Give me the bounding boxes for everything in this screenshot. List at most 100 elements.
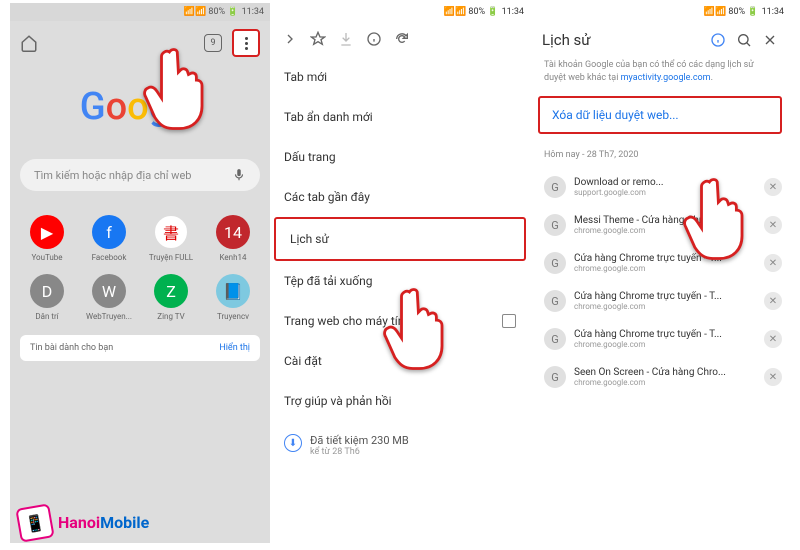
shortcut-tile[interactable]: W WebTruyen... bbox=[80, 270, 138, 325]
watermark: 📱 HanoiMobile bbox=[18, 506, 149, 540]
shortcut-icon: 📘 bbox=[216, 274, 250, 308]
history-row[interactable]: G Cửa hàng Chrome trực tuyến - T... chro… bbox=[530, 244, 790, 282]
mic-icon[interactable] bbox=[232, 168, 246, 182]
delete-button[interactable]: ✕ bbox=[764, 254, 782, 272]
menu-item[interactable]: Các tab gần đây bbox=[270, 177, 530, 217]
shortcut-icon: W bbox=[92, 274, 126, 308]
shortcut-icon: 14 bbox=[216, 215, 250, 249]
delete-button[interactable]: ✕ bbox=[764, 178, 782, 196]
checkbox-icon[interactable] bbox=[502, 314, 516, 328]
shortcut-tile[interactable]: ▶ YouTube bbox=[18, 211, 76, 266]
more-vert-icon bbox=[245, 37, 248, 50]
history-desc: Tài khoản Google của bạn có thể có các d… bbox=[530, 59, 790, 92]
status-bar: 📶📶 80% 🔋 11:34 bbox=[270, 3, 530, 21]
shortcut-tile[interactable]: 書 Truyện FULL bbox=[142, 211, 200, 266]
history-title: Cửa hàng Chrome trực tuyến - T... bbox=[574, 291, 756, 302]
shortcut-tile[interactable]: 14 Kenh14 bbox=[204, 211, 262, 266]
history-row[interactable]: G Seen On Screen - Cửa hàng Chro... chro… bbox=[530, 358, 790, 396]
star-icon[interactable] bbox=[310, 31, 326, 47]
menu-item-label: Tab mới bbox=[284, 70, 327, 84]
menu-item[interactable]: Lịch sử bbox=[274, 217, 526, 261]
shortcut-tile[interactable]: 📘 Truyencv bbox=[204, 270, 262, 325]
menu-item-label: Cài đặt bbox=[284, 354, 322, 368]
status-bar: 📶📶 80% 🔋 11:34 bbox=[530, 3, 790, 21]
shortcut-icon: 書 bbox=[154, 215, 188, 249]
delete-button[interactable]: ✕ bbox=[764, 330, 782, 348]
shortcut-label: Truyện FULL bbox=[149, 253, 193, 262]
delete-button[interactable]: ✕ bbox=[764, 216, 782, 234]
history-title: Messi Theme - Cửa hàng Chrome... bbox=[574, 215, 756, 226]
shortcut-tile[interactable]: Z Zing TV bbox=[142, 270, 200, 325]
history-domain: chrome.google.com bbox=[574, 226, 756, 235]
menu-item[interactable]: Tab ẩn danh mới bbox=[270, 97, 530, 137]
history-row[interactable]: G Messi Theme - Cửa hàng Chrome... chrom… bbox=[530, 206, 790, 244]
forward-icon[interactable] bbox=[282, 31, 298, 47]
history-domain: chrome.google.com bbox=[574, 340, 756, 349]
news-action[interactable]: Hiển thị bbox=[219, 343, 250, 353]
history-day-label: Hôm nay - 28 Th7, 2020 bbox=[530, 146, 790, 168]
history-row[interactable]: G Cửa hàng Chrome trực tuyến - T... chro… bbox=[530, 282, 790, 320]
shortcut-tile[interactable]: D Dân trí bbox=[18, 270, 76, 325]
google-logo: Google bbox=[10, 85, 270, 129]
menu-item-label: Tệp đã tải xuống bbox=[284, 274, 372, 288]
favicon: G bbox=[544, 214, 566, 236]
history-domain: chrome.google.com bbox=[574, 378, 756, 387]
news-label: Tin bài dành cho bạn bbox=[30, 343, 113, 353]
shortcut-label: Truyencv bbox=[217, 312, 249, 321]
menu-item-label: Dấu trang bbox=[284, 150, 336, 164]
delete-button[interactable]: ✕ bbox=[764, 368, 782, 386]
shortcut-label: Dân trí bbox=[35, 312, 58, 321]
screenshot-3-history: 📶📶 80% 🔋 11:34 Lịch sử Tài khoản Google … bbox=[530, 3, 790, 543]
favicon: G bbox=[544, 328, 566, 350]
shortcut-icon: Z bbox=[154, 274, 188, 308]
menu-item[interactable]: Trợ giúp và phản hồi bbox=[270, 381, 530, 421]
search-input[interactable]: Tìm kiếm hoặc nhập địa chỉ web bbox=[20, 159, 260, 191]
favicon: G bbox=[544, 366, 566, 388]
myactivity-link[interactable]: myactivity.google.com bbox=[621, 73, 711, 83]
search-placeholder: Tìm kiếm hoặc nhập địa chỉ web bbox=[34, 169, 191, 182]
saved-title: Đã tiết kiệm 230 MB bbox=[310, 434, 409, 447]
history-title: Cửa hàng Chrome trực tuyến - T... bbox=[574, 253, 756, 264]
info-icon[interactable] bbox=[710, 32, 726, 48]
info-icon[interactable] bbox=[366, 31, 382, 47]
shortcut-grid: ▶ YouTube f Facebook 書 Truyện FULL 14 Ke… bbox=[10, 211, 270, 325]
history-domain: support.google.com bbox=[574, 188, 756, 197]
shortcut-label: WebTruyen... bbox=[86, 312, 132, 321]
favicon: G bbox=[544, 290, 566, 312]
shortcut-label: Kenh14 bbox=[220, 253, 247, 262]
refresh-icon[interactable] bbox=[394, 31, 410, 47]
delete-button[interactable]: ✕ bbox=[764, 292, 782, 310]
history-title: Download or remo... bbox=[574, 177, 756, 188]
menu-item-label: Các tab gần đây bbox=[284, 190, 370, 204]
menu-item[interactable]: Tệp đã tải xuống bbox=[270, 261, 530, 301]
saved-sub: kể từ 28 Th6 bbox=[310, 447, 409, 457]
data-saver-icon: ⬇ bbox=[284, 434, 302, 452]
history-title: Seen On Screen - Cửa hàng Chro... bbox=[574, 367, 756, 378]
history-domain: chrome.google.com bbox=[574, 264, 756, 273]
menu-button[interactable] bbox=[232, 29, 260, 57]
download-icon[interactable] bbox=[338, 31, 354, 47]
screenshot-2-chrome-menu: 📶📶 80% 🔋 11:34 Tab mới Tab ẩn danh mới D… bbox=[270, 3, 530, 543]
shortcut-icon: ▶ bbox=[30, 215, 64, 249]
menu-item[interactable]: Trang web cho máy tính bbox=[270, 301, 530, 341]
shortcut-label: Zing TV bbox=[157, 312, 184, 321]
shortcut-tile[interactable]: f Facebook bbox=[80, 211, 138, 266]
data-saved[interactable]: ⬇ Đã tiết kiệm 230 MB kể từ 28 Th6 bbox=[270, 421, 530, 470]
close-icon[interactable] bbox=[762, 32, 778, 48]
tab-count[interactable]: 9 bbox=[204, 34, 222, 52]
history-row[interactable]: G Download or remo... support.google.com… bbox=[530, 168, 790, 206]
clear-browsing-data[interactable]: Xóa dữ liệu duyệt web... bbox=[538, 96, 782, 134]
favicon: G bbox=[544, 176, 566, 198]
menu-item[interactable]: Dấu trang bbox=[270, 137, 530, 177]
menu-item[interactable]: Tab mới bbox=[270, 57, 530, 97]
search-icon[interactable] bbox=[736, 32, 752, 48]
shortcut-label: YouTube bbox=[31, 253, 62, 262]
menu-list: Tab mới Tab ẩn danh mới Dấu trang Các ta… bbox=[270, 57, 530, 421]
status-icons: 📶📶 80% 🔋 bbox=[184, 7, 239, 17]
suggested-news[interactable]: Tin bài dành cho bạn Hiển thị bbox=[20, 335, 260, 361]
menu-item-label: Tab ẩn danh mới bbox=[284, 110, 373, 124]
history-row[interactable]: G Cửa hàng Chrome trực tuyến - T... chro… bbox=[530, 320, 790, 358]
menu-item[interactable]: Cài đặt bbox=[270, 341, 530, 381]
page-title: Lịch sử bbox=[542, 31, 591, 49]
home-icon[interactable] bbox=[20, 34, 38, 52]
